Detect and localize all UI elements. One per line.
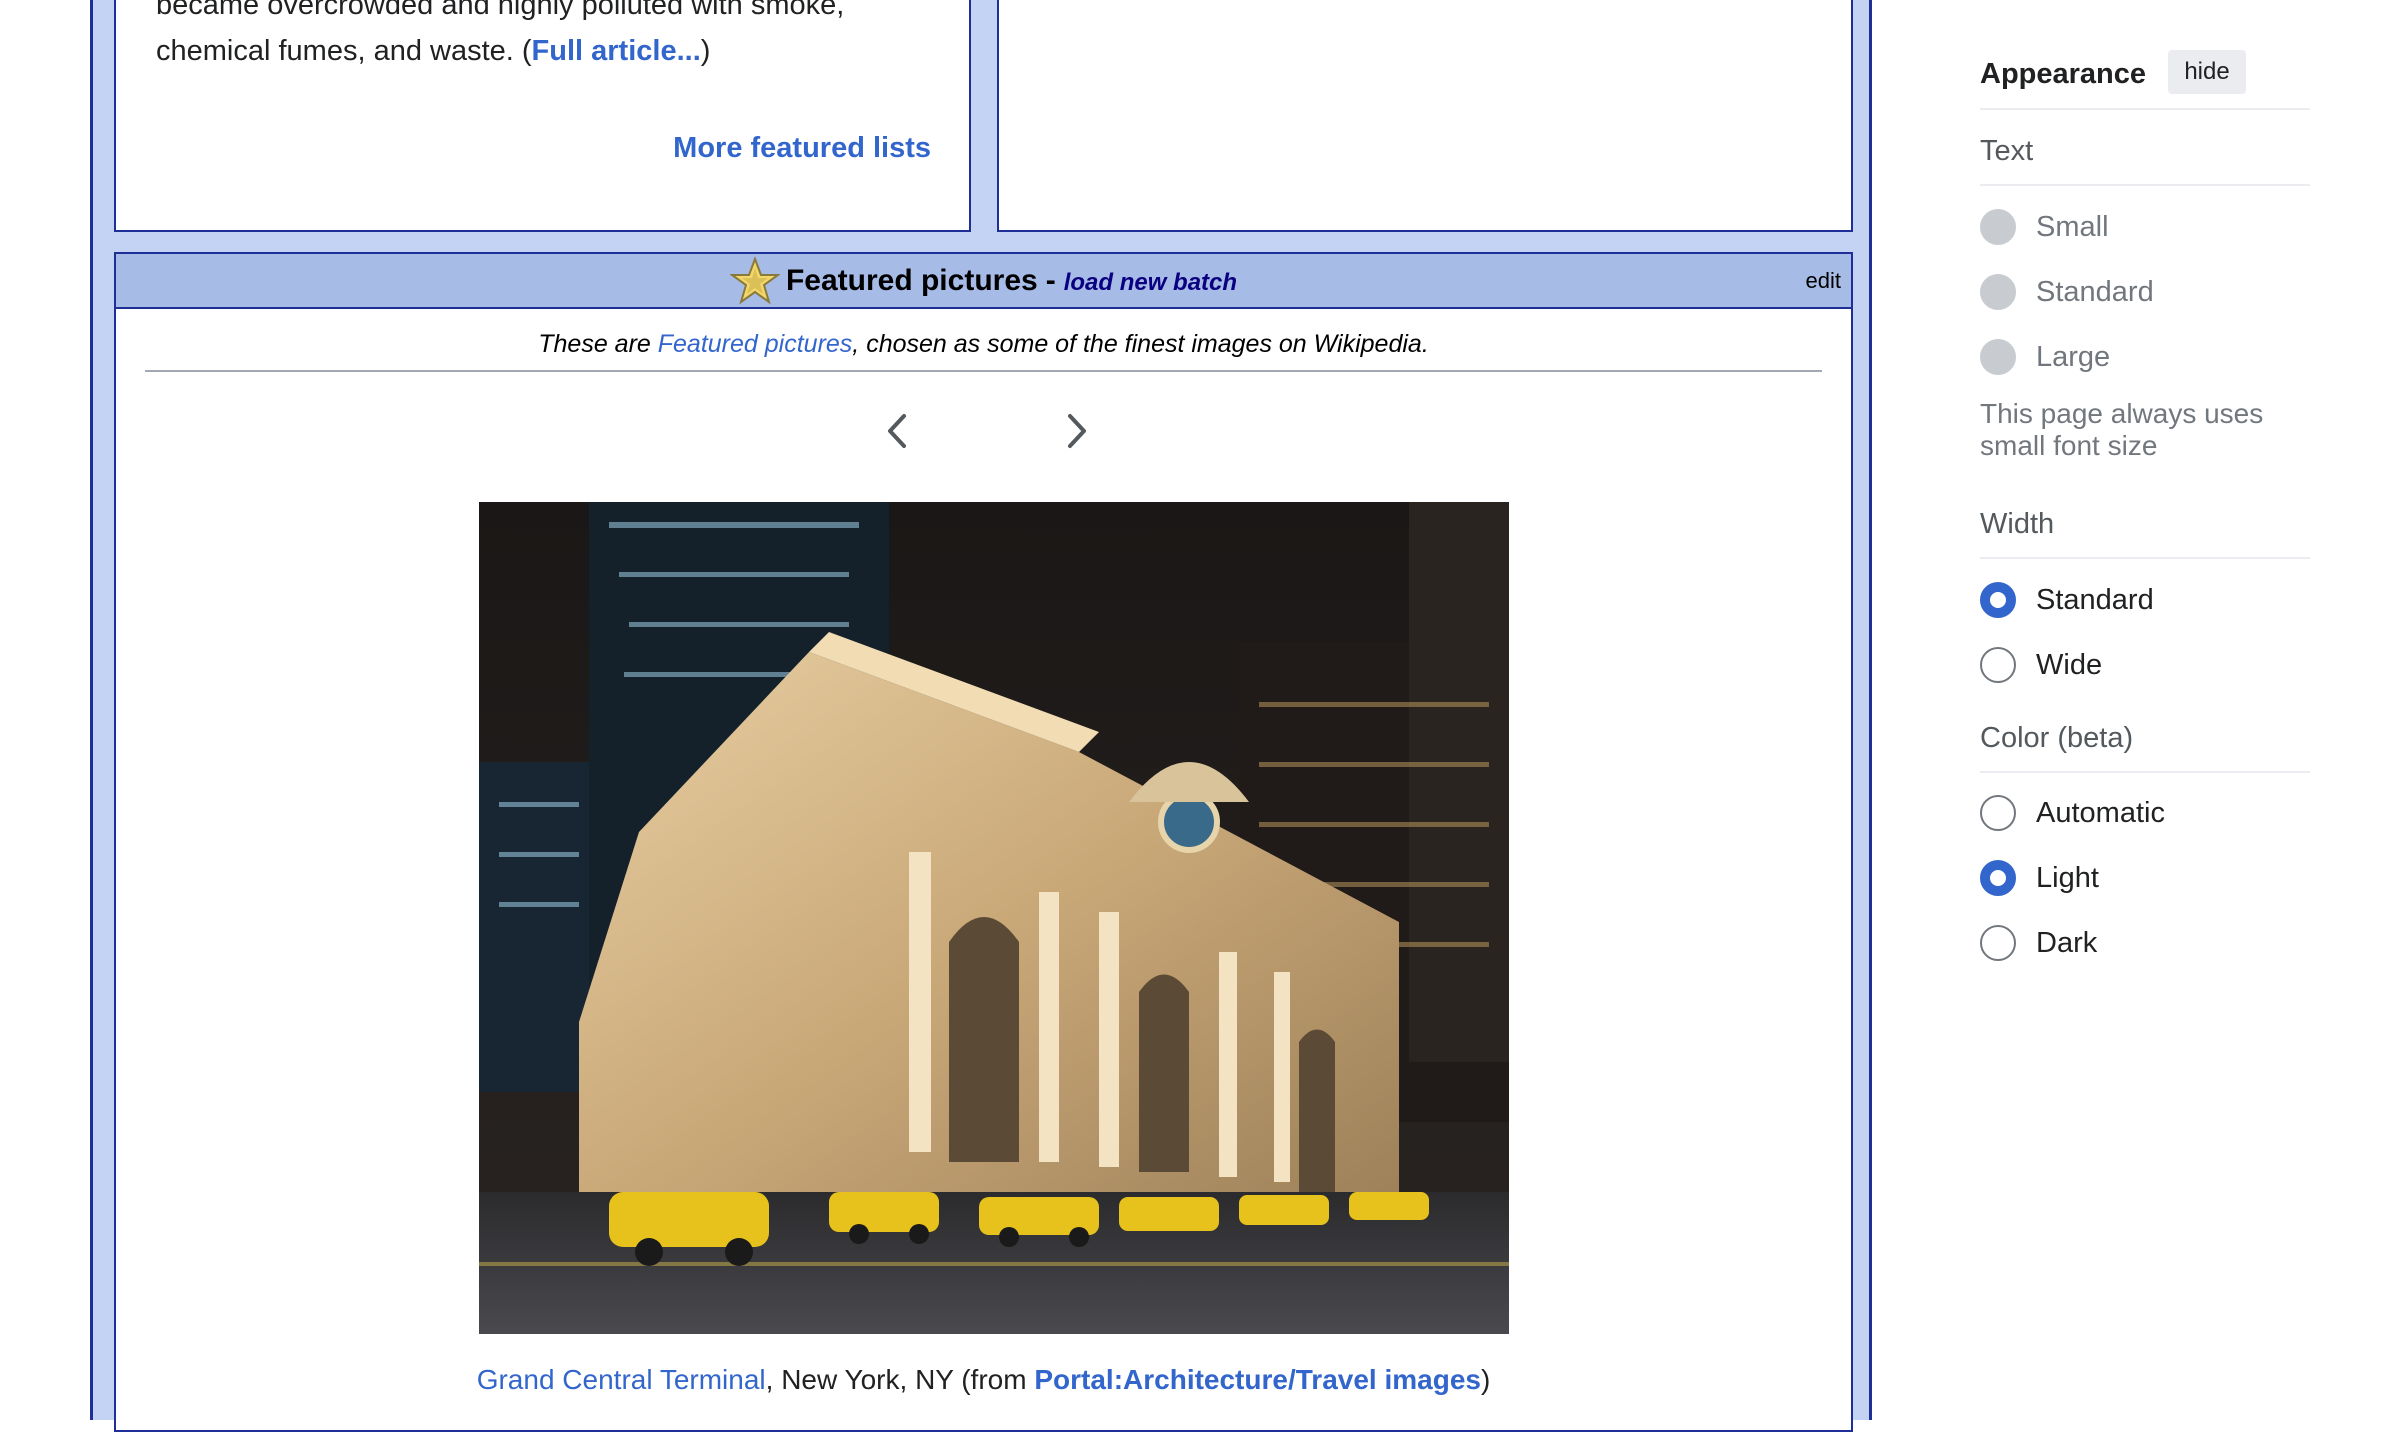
portal-frame: became overcrowded and highly polluted w…: [90, 0, 1872, 1432]
title-separator: -: [1045, 263, 1056, 297]
text-size-small-radio: [1980, 209, 2016, 245]
text-size-large-option: Large: [1980, 335, 2110, 379]
text-line-1: became overcrowded and highly polluted w…: [156, 0, 845, 21]
width-standard-option[interactable]: Standard: [1980, 578, 2154, 622]
color-light-radio[interactable]: [1980, 860, 2016, 896]
featured-pictures-title: Featured pictures: [785, 263, 1038, 297]
chevron-left-icon: [888, 414, 906, 448]
featured-pictures-intro: These are Featured pictures, chosen as s…: [145, 324, 1822, 372]
text-size-large-radio: [1980, 339, 2016, 375]
chevron-right-icon: [1068, 414, 1086, 448]
load-new-batch-link[interactable]: load new batch: [1064, 269, 1237, 297]
color-light-option[interactable]: Light: [1980, 856, 2099, 900]
previous-picture-button[interactable]: [878, 406, 918, 456]
featured-star-icon: [728, 255, 782, 306]
featured-pictures-link[interactable]: Featured pictures: [658, 330, 853, 358]
color-automatic-radio[interactable]: [1980, 795, 2016, 831]
text-line-2: chemical fumes, and waste. (Full article…: [156, 35, 711, 67]
featured-picture-caption: Grand Central Terminal, New York, NY (fr…: [476, 1364, 1491, 1395]
width-wide-option[interactable]: Wide: [1980, 643, 2102, 687]
next-picture-button[interactable]: [1056, 406, 1096, 456]
featured-list-box: became overcrowded and highly polluted w…: [114, 0, 971, 232]
text-size-standard-option: Standard: [1980, 270, 2154, 314]
full-article-link[interactable]: Full article...: [532, 35, 701, 67]
grand-central-terminal-link[interactable]: Grand Central Terminal: [477, 1364, 766, 1395]
featured-pictures-box: Featured pictures - load new batch edit …: [114, 252, 1853, 1432]
hide-button[interactable]: hide: [2168, 50, 2246, 94]
featured-picture-image[interactable]: [479, 502, 1509, 1334]
appearance-header: Appearance hide: [1980, 50, 2310, 110]
portal-architecture-travel-link[interactable]: Portal:Architecture/Travel images: [1034, 1364, 1481, 1395]
width-standard-radio[interactable]: [1980, 582, 2016, 618]
featured-pictures-header: Featured pictures - load new batch edit: [116, 254, 1851, 309]
featured-list-text: became overcrowded and highly polluted w…: [156, 0, 916, 74]
width-wide-radio[interactable]: [1980, 647, 2016, 683]
empty-box: [997, 0, 1853, 232]
color-dark-radio[interactable]: [1980, 925, 2016, 961]
text-size-note: This page always uses small font size: [1980, 398, 2264, 461]
more-featured-lists-link[interactable]: More featured lists: [673, 132, 931, 165]
edit-link[interactable]: edit: [1806, 268, 1841, 294]
text-size-small-option: Small: [1980, 205, 2109, 249]
color-automatic-option[interactable]: Automatic: [1980, 791, 2165, 835]
appearance-title: Appearance: [1980, 58, 2147, 90]
color-dark-option[interactable]: Dark: [1980, 921, 2097, 965]
text-size-standard-radio: [1980, 274, 2016, 310]
appearance-sidebar: Appearance hide Text Small Standard Larg…: [1980, 0, 2310, 1398]
color-section-label: Color (beta): [1980, 722, 2310, 773]
text-section-label: Text: [1980, 135, 2310, 186]
width-section-label: Width: [1980, 508, 2310, 559]
